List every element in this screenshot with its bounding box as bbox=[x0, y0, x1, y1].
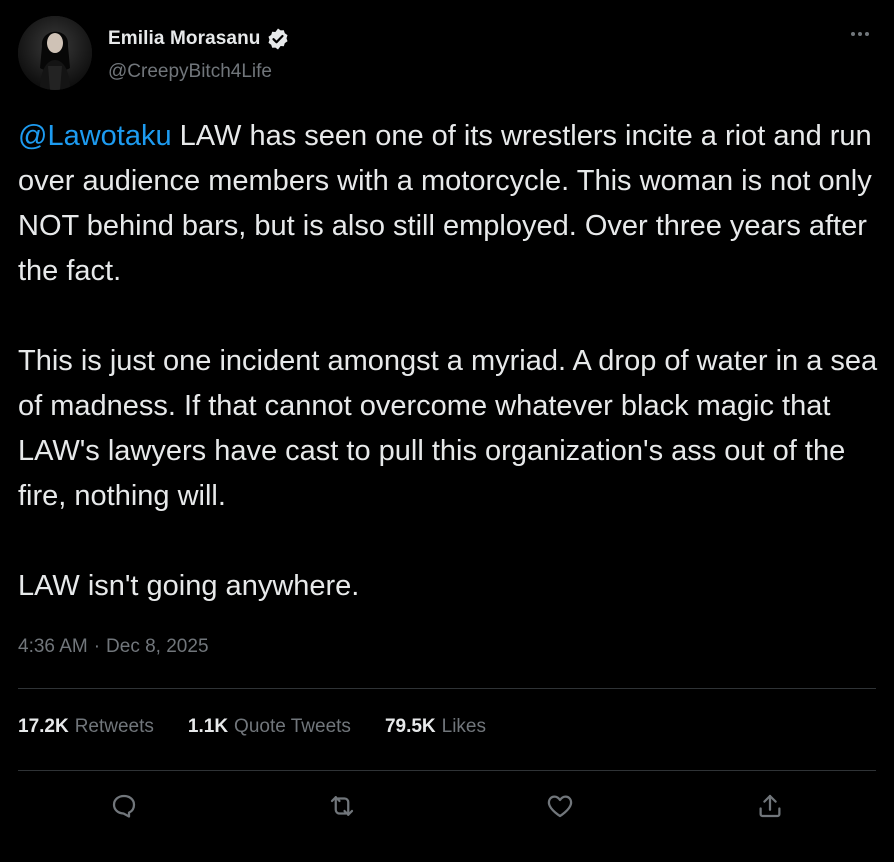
quote-tweets-count: 1.1K bbox=[187, 716, 229, 737]
share-icon[interactable] bbox=[748, 784, 792, 828]
more-options-icon[interactable] bbox=[844, 22, 876, 46]
quote-tweets-stat[interactable]: 1.1K Quote Tweets bbox=[188, 716, 351, 738]
tweet-actions bbox=[76, 784, 818, 828]
likes-stat[interactable]: 79.5K Likes bbox=[385, 716, 486, 738]
reply-icon[interactable] bbox=[102, 784, 146, 828]
verified-badge-icon bbox=[266, 27, 290, 51]
retweets-label: Retweets bbox=[74, 716, 154, 737]
name-row: Emilia Morasanu bbox=[108, 26, 290, 52]
more-dot bbox=[858, 32, 862, 36]
timestamp-separator: · bbox=[93, 636, 101, 657]
more-dot bbox=[851, 32, 855, 36]
retweets-stat[interactable]: 17.2K Retweets bbox=[18, 716, 154, 738]
tweet-time: 4:36 AM bbox=[18, 636, 88, 657]
tweet-timestamp[interactable]: 4:36 AM · Dec 8, 2025 bbox=[18, 636, 209, 658]
divider bbox=[18, 770, 876, 771]
mention-link[interactable]: @Lawotaku bbox=[18, 120, 172, 152]
tweet-header: Emilia Morasanu @CreepyBitch4Life bbox=[18, 16, 876, 90]
tweet-paragraph-1: @Lawotaku LAW has seen one of its wrestl… bbox=[18, 114, 880, 294]
avatar-photo-icon bbox=[18, 16, 92, 90]
tweet-paragraph-3: LAW isn't going anywhere. bbox=[18, 570, 360, 602]
divider bbox=[18, 688, 876, 689]
retweet-icon[interactable] bbox=[320, 784, 364, 828]
likes-count: 79.5K bbox=[384, 716, 436, 737]
likes-label: Likes bbox=[441, 716, 486, 737]
tweet-stats: 17.2K Retweets 1.1K Quote Tweets 79.5K L… bbox=[18, 716, 520, 738]
tweet-date: Dec 8, 2025 bbox=[106, 636, 209, 657]
more-dot bbox=[865, 32, 869, 36]
heart-icon[interactable] bbox=[538, 784, 582, 828]
retweets-count: 17.2K bbox=[18, 716, 69, 737]
tweet-paragraph-2: This is just one incident amongst a myri… bbox=[18, 345, 878, 512]
quote-tweets-label: Quote Tweets bbox=[234, 716, 351, 737]
tweet-text: @Lawotaku LAW has seen one of its wrestl… bbox=[18, 114, 880, 609]
user-handle[interactable]: @CreepyBitch4Life bbox=[108, 61, 272, 83]
avatar[interactable] bbox=[18, 16, 92, 90]
display-name[interactable]: Emilia Morasanu bbox=[108, 28, 261, 50]
